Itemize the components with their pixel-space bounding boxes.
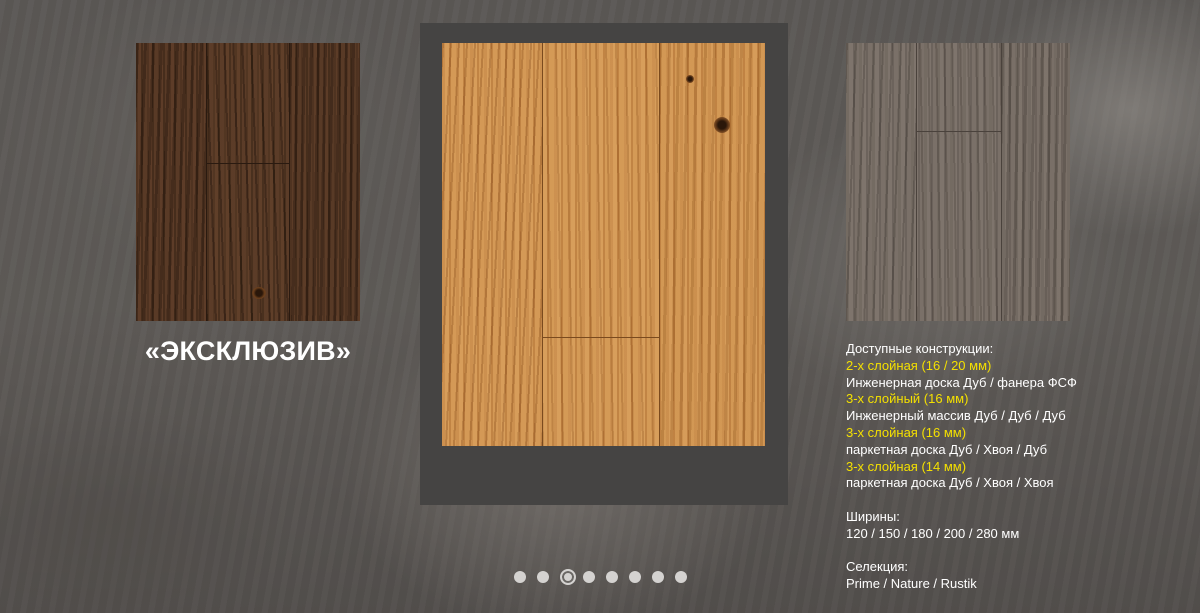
construction-composition: Инженерный массив Дуб / Дуб / Дуб [846,408,1066,424]
product-description: Доступные конструкции: 2-х слойная (16 /… [846,341,1186,593]
wood-knot [714,117,730,133]
pagination-dot[interactable] [629,571,641,583]
construction-type: 3-х слойный (16 мм) [846,391,969,407]
construction-type: 3-х слойная (14 мм) [846,458,967,474]
plank [846,43,916,321]
pagination-dot[interactable] [537,571,549,583]
plank-seam [206,43,207,321]
plank [659,43,765,446]
widths-value: 120 / 150 / 180 / 200 / 280 мм [846,525,1020,541]
construction-composition: паркетная доска Дуб / Хвоя / Дуб [846,441,1048,457]
plank-seam [289,43,290,321]
plank [916,43,1001,321]
selection-value: Prime / Nature / Rustik [846,576,977,592]
pagination-dot[interactable] [606,571,618,583]
pagination-dot[interactable] [675,571,687,583]
construction-type: 2-х слойная (16 / 20 мм) [846,357,992,373]
plank-seam [916,131,1001,132]
center-wood-swatch[interactable] [442,43,765,446]
plank-seam [659,43,660,446]
plank-seam [542,43,543,446]
plank [1001,43,1070,321]
construction-type: 3-х слойная (16 мм) [846,424,967,440]
wood-knot [686,75,694,83]
construction-composition: Инженерная доска Дуб / фанера ФСФ [846,374,1077,390]
plank-seam [916,43,917,321]
plank-seam [542,337,659,338]
collection-title: «ЭКСКЛЮЗИВ» [144,336,352,366]
selection-heading: Селекция: [846,559,909,575]
plank [136,43,206,321]
widths-heading: Ширины: [846,508,900,524]
plank [289,43,360,321]
plank [206,43,289,321]
wood-knot [252,287,266,299]
plank-seam [206,163,289,164]
pagination-dot[interactable] [652,571,664,583]
plank [442,43,542,446]
pagination-dot-active[interactable] [560,569,576,585]
pagination-dot[interactable] [514,571,526,583]
left-wood-swatch[interactable] [136,43,360,321]
construction-composition: паркетная доска Дуб / Хвоя / Хвоя [846,475,1054,491]
right-wood-swatch[interactable] [846,43,1070,321]
constructions-heading: Доступные конструкции: [846,341,994,356]
plank-seam [1001,43,1002,321]
pagination-dot[interactable] [583,571,595,583]
plank [542,43,659,446]
